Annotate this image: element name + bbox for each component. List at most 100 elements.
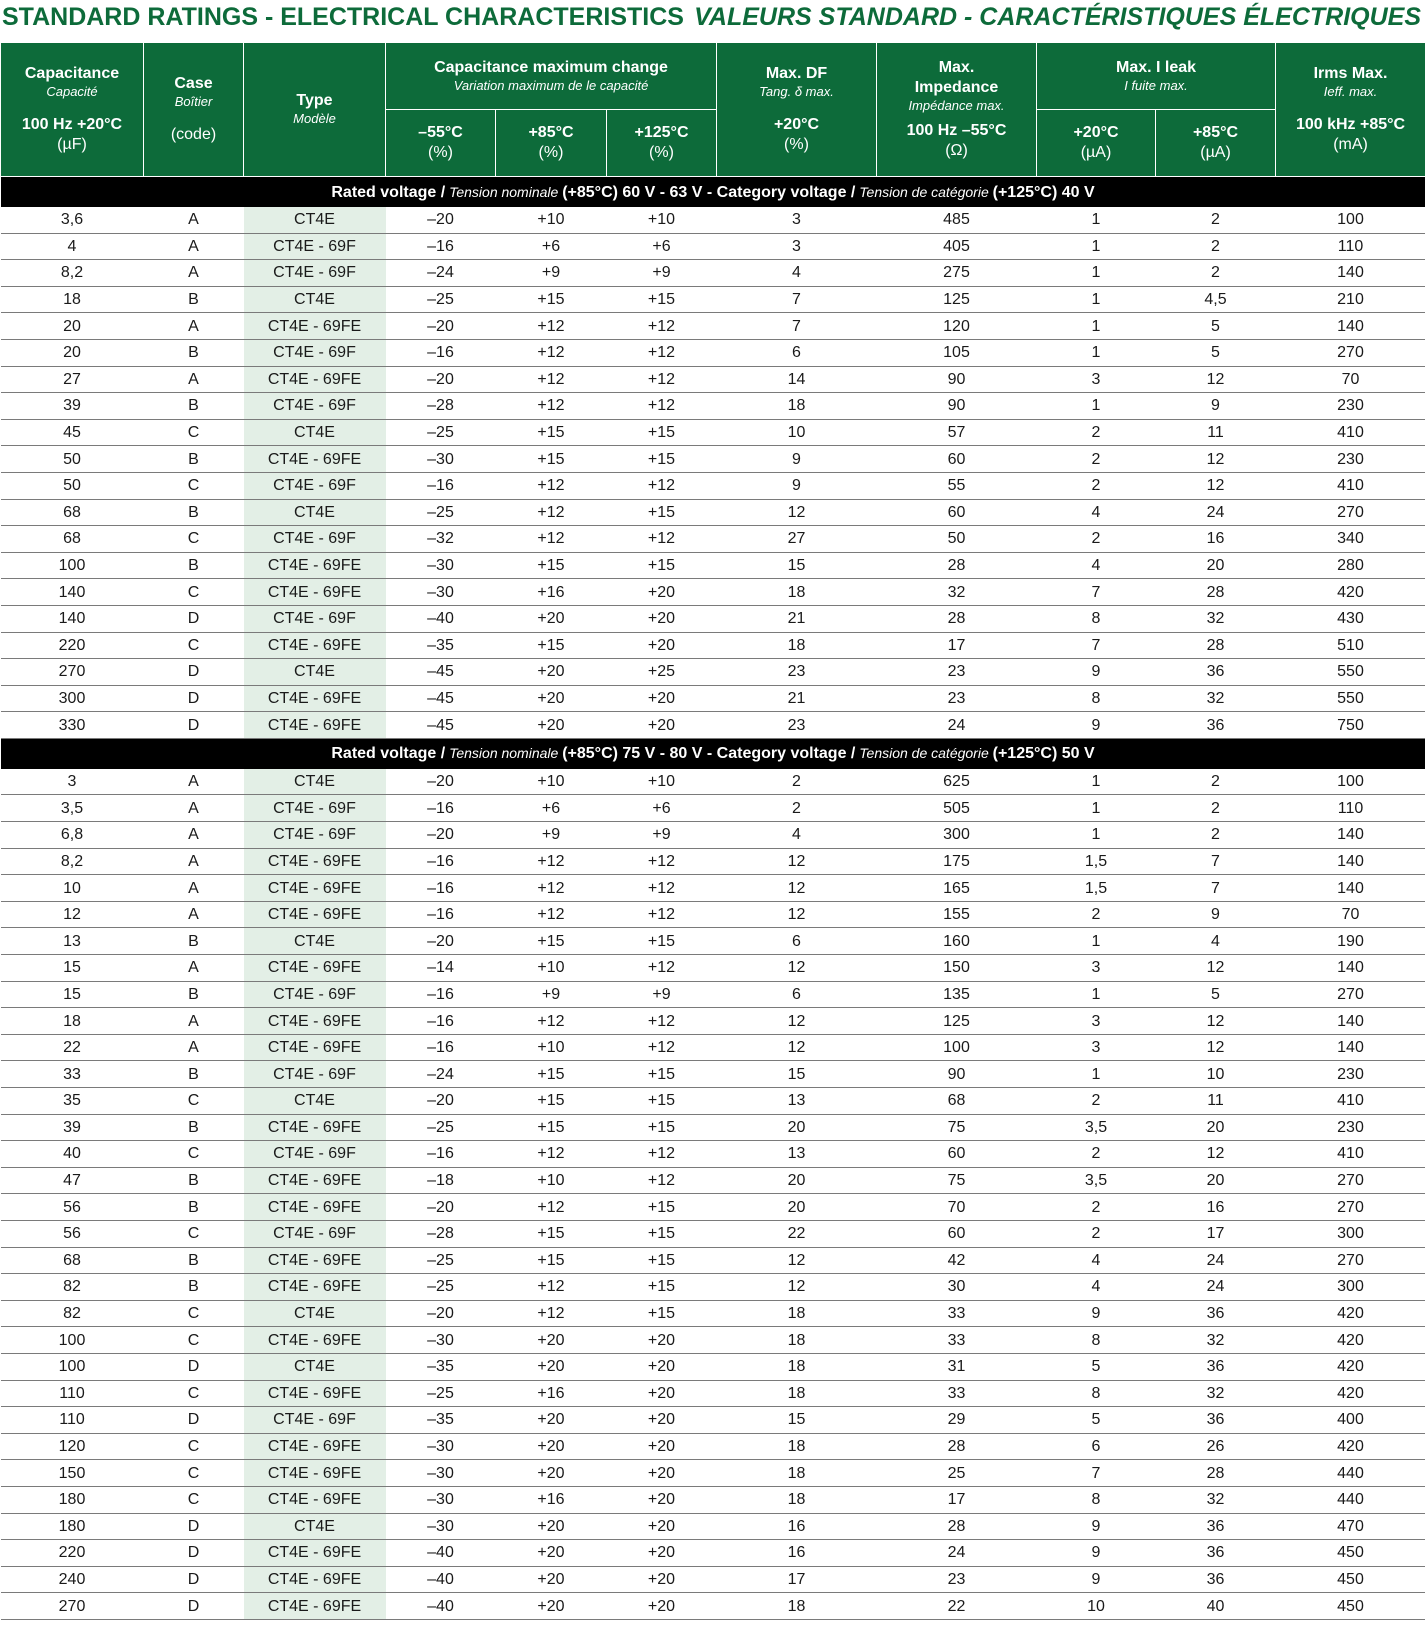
cell-change-plus125: +12 xyxy=(606,339,717,367)
cell-leak-plus20: 1 xyxy=(1036,981,1156,1009)
cell-change-plus85: +15 xyxy=(495,445,607,473)
cell-capacitance: 33 xyxy=(0,1060,144,1088)
cell-case: A xyxy=(143,901,244,929)
table-row: 300 D CT4E - 69FE –45 +20 +20 21 23 8 32 550 xyxy=(0,685,1425,713)
table-row: 4 A CT4E - 69F –16 +6 +6 3 405 1 2 110 xyxy=(0,233,1425,261)
cell-irms: 410 xyxy=(1275,419,1425,447)
cell-change-minus55: –32 xyxy=(385,525,496,553)
cell-max-df: 10 xyxy=(716,419,877,447)
cell-change-plus125: +15 xyxy=(606,286,717,314)
cell-case: B xyxy=(143,1060,244,1088)
cell-irms: 140 xyxy=(1275,848,1425,876)
voltage-label-part: Tension nominale xyxy=(445,745,563,762)
datasheet-page: STANDARD RATINGS - ELECTRICAL CHARACTERI… xyxy=(0,0,1425,1629)
cell-impedance: 22 xyxy=(876,1592,1037,1620)
cell-leak-plus20: 3 xyxy=(1036,366,1156,394)
table-row: 120 C CT4E - 69FE –30 +20 +20 18 28 6 26 420 xyxy=(0,1433,1425,1461)
voltage-section-label: Rated voltage / Tension nominale (+85°C)… xyxy=(0,738,1425,769)
cell-leak-plus20: 1 xyxy=(1036,1060,1156,1088)
cell-type: CT4E - 69F xyxy=(243,525,386,553)
cell-type: CT4E xyxy=(243,1513,386,1541)
cell-max-df: 12 xyxy=(716,1273,877,1301)
cell-leak-plus85: 36 xyxy=(1155,1513,1276,1541)
cell-leak-plus85: 2 xyxy=(1155,794,1276,823)
cell-change-plus85: +12 xyxy=(495,1300,607,1328)
cell-leak-plus20: 3 xyxy=(1036,954,1156,982)
cell-irms: 270 xyxy=(1275,339,1425,367)
cell-type: CT4E - 69FE xyxy=(243,366,386,394)
cell-irms: 270 xyxy=(1275,1193,1425,1221)
cell-change-plus125: +20 xyxy=(606,1592,717,1620)
cell-leak-plus20: 10 xyxy=(1036,1592,1156,1620)
cell-impedance: 42 xyxy=(876,1247,1037,1275)
cell-leak-plus85: 24 xyxy=(1155,1273,1276,1301)
cell-leak-plus20: 1 xyxy=(1036,286,1156,314)
cell-impedance: 60 xyxy=(876,499,1037,527)
cell-type: CT4E xyxy=(243,207,386,234)
cell-case: B xyxy=(143,339,244,367)
cell-case: D xyxy=(143,1406,244,1434)
cell-leak-plus20: 4 xyxy=(1036,499,1156,527)
cell-type: CT4E - 69F xyxy=(243,1220,386,1248)
cell-type: CT4E - 69F xyxy=(243,392,386,420)
cell-change-plus125: +12 xyxy=(606,472,717,500)
cell-type: CT4E - 69F xyxy=(243,472,386,500)
cell-capacitance: 18 xyxy=(0,1007,144,1035)
cell-case: C xyxy=(143,472,244,500)
cell-capacitance: 12 xyxy=(0,901,144,929)
voltage-label-part: Rated voltage / xyxy=(331,745,446,763)
header-change-plus125: +125°C (%) xyxy=(606,109,717,177)
table-row: 100 B CT4E - 69FE –30 +15 +15 15 28 4 20 280 xyxy=(0,552,1425,580)
cell-change-plus125: +15 xyxy=(606,1114,717,1142)
cell-change-minus55: –30 xyxy=(385,1459,496,1487)
cell-leak-plus85: 2 xyxy=(1155,768,1276,796)
cell-irms: 750 xyxy=(1275,711,1425,739)
cell-change-plus85: +20 xyxy=(495,658,607,686)
cell-case: D xyxy=(143,658,244,686)
cell-leak-plus85: 36 xyxy=(1155,1539,1276,1567)
cell-change-minus55: –30 xyxy=(385,578,496,606)
cell-change-plus125: +12 xyxy=(606,874,717,902)
cell-max-df: 3 xyxy=(716,233,877,261)
cell-type: CT4E - 69FE xyxy=(243,1592,386,1620)
table-header: Capacitance Capacité 100 Hz +20°C (µF) C… xyxy=(0,42,1425,177)
cell-change-plus85: +15 xyxy=(495,1247,607,1275)
cell-impedance: 60 xyxy=(876,1140,1037,1168)
cell-irms: 510 xyxy=(1275,632,1425,660)
cell-case: C xyxy=(143,1140,244,1168)
cell-change-plus85: +12 xyxy=(495,312,607,340)
title-english: STANDARD RATINGS - ELECTRICAL CHARACTERI… xyxy=(2,3,684,31)
table-row: 150 C CT4E - 69FE –30 +20 +20 18 25 7 28 440 xyxy=(0,1459,1425,1487)
cell-change-plus85: +6 xyxy=(495,233,607,261)
cell-capacitance: 8,2 xyxy=(0,259,144,287)
cell-change-plus85: +12 xyxy=(495,901,607,929)
cell-leak-plus20: 2 xyxy=(1036,1220,1156,1248)
cell-leak-plus85: 12 xyxy=(1155,366,1276,394)
cell-capacitance: 180 xyxy=(0,1486,144,1514)
header-irms: Irms Max. Ieff. max. 100 kHz +85°C (mA) xyxy=(1275,42,1425,177)
cell-type: CT4E - 69F xyxy=(243,605,386,633)
cell-max-df: 13 xyxy=(716,1140,877,1168)
cell-change-plus125: +12 xyxy=(606,525,717,553)
cell-capacitance: 4 xyxy=(0,233,144,261)
cell-change-plus85: +12 xyxy=(495,339,607,367)
cell-capacitance: 140 xyxy=(0,578,144,606)
cell-max-df: 20 xyxy=(716,1114,877,1142)
cell-capacitance: 18 xyxy=(0,286,144,314)
cell-irms: 70 xyxy=(1275,901,1425,929)
cell-leak-plus85: 9 xyxy=(1155,901,1276,929)
cell-max-df: 9 xyxy=(716,472,877,500)
cell-case: B xyxy=(143,392,244,420)
cell-irms: 420 xyxy=(1275,1353,1425,1381)
cell-leak-plus85: 2 xyxy=(1155,821,1276,849)
cell-leak-plus20: 2 xyxy=(1036,445,1156,473)
cell-change-plus125: +12 xyxy=(606,954,717,982)
cell-leak-plus20: 2 xyxy=(1036,1193,1156,1221)
cell-type: CT4E - 69FE xyxy=(243,1193,386,1221)
cell-change-minus55: –25 xyxy=(385,1247,496,1275)
cell-max-df: 9 xyxy=(716,445,877,473)
cell-leak-plus20: 2 xyxy=(1036,525,1156,553)
cell-irms: 140 xyxy=(1275,1034,1425,1062)
cell-type: CT4E - 69FE xyxy=(243,312,386,340)
cell-capacitance: 15 xyxy=(0,981,144,1009)
